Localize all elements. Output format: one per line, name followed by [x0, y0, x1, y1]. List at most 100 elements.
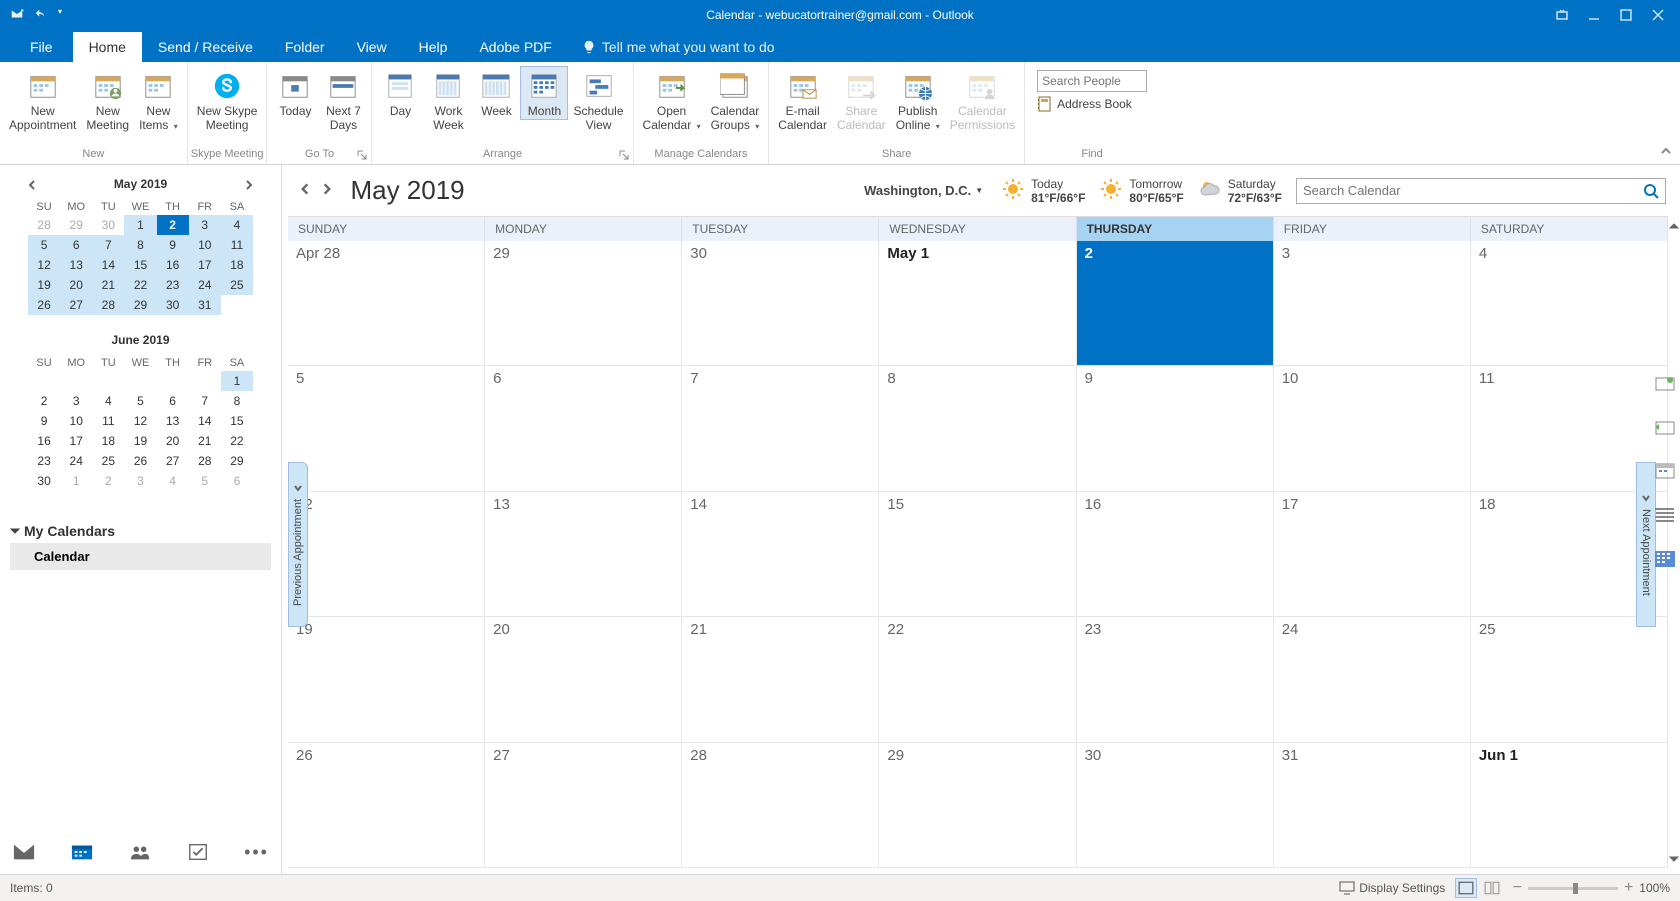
mini-day[interactable]: 11 — [92, 411, 124, 431]
mini-day[interactable]: 13 — [60, 255, 92, 275]
dialog-launcher-icon[interactable] — [619, 150, 629, 160]
cal-day-cell[interactable]: 19 — [288, 617, 485, 741]
cal-day-cell[interactable]: Jun 1 — [1471, 743, 1668, 867]
weather-day[interactable]: Saturday72°F/63°F — [1198, 177, 1282, 205]
tab-view[interactable]: View — [341, 32, 403, 62]
mini-day[interactable]: 3 — [60, 391, 92, 411]
cal-day-cell[interactable]: 3 — [1274, 241, 1471, 365]
mini-day[interactable]: 30 — [92, 215, 124, 235]
mini-day[interactable]: 7 — [189, 391, 221, 411]
mini-day[interactable]: 2 — [28, 391, 60, 411]
mini-day[interactable]: 18 — [92, 431, 124, 451]
mini-day[interactable]: 1 — [60, 471, 92, 491]
weather-day[interactable]: Today81°F/66°F — [1001, 177, 1085, 205]
newskype-meeting-button[interactable]: New SkypeMeeting — [192, 66, 263, 134]
display-settings-button[interactable]: Display Settings — [1339, 881, 1445, 895]
zoom-in-icon[interactable]: + — [1624, 879, 1633, 897]
mini-day[interactable]: 28 — [92, 295, 124, 315]
mini-day[interactable]: 1 — [124, 215, 156, 235]
mini-day[interactable]: 22 — [221, 431, 253, 451]
zoom-slider[interactable] — [1528, 887, 1618, 890]
mini-day[interactable]: 15 — [124, 255, 156, 275]
weather-location[interactable]: Washington, D.C. ▼ — [864, 183, 983, 198]
mini-day[interactable]: 31 — [189, 295, 221, 315]
mini-day[interactable]: 26 — [28, 295, 60, 315]
cal-day-cell[interactable]: May 1 — [879, 241, 1076, 365]
cal-day-cell[interactable]: 28 — [682, 743, 879, 867]
mini-day[interactable]: 14 — [189, 411, 221, 431]
search-calendar-input[interactable] — [1303, 183, 1643, 198]
tab-sendreceive[interactable]: Send / Receive — [142, 32, 269, 62]
work-week-button[interactable]: WorkWeek — [424, 66, 472, 134]
peek-todo-icon[interactable] — [1655, 419, 1675, 435]
cal-day-cell[interactable]: 20 — [485, 617, 682, 741]
mini-day[interactable]: 17 — [60, 431, 92, 451]
cal-day-cell[interactable]: 2 — [1077, 241, 1274, 365]
mini-day[interactable]: 18 — [221, 255, 253, 275]
cal-day-cell[interactable]: 15 — [879, 492, 1076, 616]
new-meeting-button[interactable]: NewMeeting — [81, 66, 134, 134]
close-icon[interactable] — [1644, 5, 1672, 25]
mini-day[interactable]: 23 — [157, 275, 189, 295]
mini-day[interactable]: 7 — [92, 235, 124, 255]
mini-day[interactable]: 24 — [60, 451, 92, 471]
nav-tasks-icon[interactable] — [186, 840, 210, 864]
search-people-input[interactable] — [1037, 70, 1147, 92]
calendar-permissions-button[interactable]: CalendarPermissions — [945, 66, 1020, 134]
calendar-groups-button[interactable]: CalendarGroups ▾ — [706, 66, 765, 134]
address-book-button[interactable]: Address Book — [1037, 96, 1147, 112]
maximize-icon[interactable] — [1612, 5, 1640, 25]
mini-day[interactable]: 4 — [92, 391, 124, 411]
mini-day[interactable]: 27 — [157, 451, 189, 471]
cal-day-cell[interactable]: 13 — [485, 492, 682, 616]
nav-calendar-icon[interactable] — [70, 840, 94, 864]
peek-day-icon[interactable] — [1655, 375, 1675, 391]
ribbon-options-icon[interactable] — [1548, 5, 1576, 25]
mini-day[interactable]: 5 — [124, 391, 156, 411]
cal-day-cell[interactable]: 26 — [288, 743, 485, 867]
cal-day-cell[interactable]: 9 — [1077, 366, 1274, 490]
cal-day-cell[interactable]: 24 — [1274, 617, 1471, 741]
next7-days-button[interactable]: Next 7Days — [319, 66, 367, 134]
cal-day-cell[interactable]: 29 — [879, 743, 1076, 867]
cal-day-cell[interactable]: 7 — [682, 366, 879, 490]
mini-day[interactable]: 16 — [157, 255, 189, 275]
calendar-list-item[interactable]: Calendar — [10, 543, 271, 570]
mini-day[interactable]: 2 — [92, 471, 124, 491]
mini-day[interactable]: 12 — [28, 255, 60, 275]
mini-day[interactable]: 21 — [189, 431, 221, 451]
cal-day-cell[interactable]: 6 — [485, 366, 682, 490]
mini-day[interactable]: 16 — [28, 431, 60, 451]
cal-day-cell[interactable]: 22 — [879, 617, 1076, 741]
mini-day[interactable]: 8 — [221, 391, 253, 411]
cal-day-cell[interactable]: 17 — [1274, 492, 1471, 616]
mini-day[interactable]: 13 — [157, 411, 189, 431]
tell-me[interactable]: Tell me what you want to do — [568, 32, 789, 62]
mini-day[interactable]: 19 — [124, 431, 156, 451]
mini-day[interactable]: 5 — [189, 471, 221, 491]
schedule-view-button[interactable]: ScheduleView — [568, 66, 628, 134]
mini-day[interactable]: 2 — [157, 215, 189, 235]
mini-day[interactable]: 23 — [28, 451, 60, 471]
mini-day[interactable]: 30 — [28, 471, 60, 491]
month-button[interactable]: Month — [520, 66, 568, 120]
mini-day[interactable]: 20 — [60, 275, 92, 295]
mini-day[interactable]: 10 — [60, 411, 92, 431]
mini-day[interactable]: 28 — [28, 215, 60, 235]
cal-day-cell[interactable]: 5 — [288, 366, 485, 490]
cal-next-icon[interactable] — [318, 180, 336, 198]
mini-day[interactable]: 25 — [221, 275, 253, 295]
new-appointment-button[interactable]: NewAppointment — [4, 66, 81, 134]
mini-day[interactable]: 3 — [189, 215, 221, 235]
mini-day[interactable]: 15 — [221, 411, 253, 431]
dialog-launcher-icon[interactable] — [357, 150, 367, 160]
mini-day[interactable]: 5 — [28, 235, 60, 255]
mini-day[interactable]: 25 — [92, 451, 124, 471]
cal-day-cell[interactable]: 25 — [1471, 617, 1668, 741]
week-button[interactable]: Week — [472, 66, 520, 120]
weather-day[interactable]: Tomorrow80°F/65°F — [1099, 177, 1183, 205]
mini-day[interactable]: 22 — [124, 275, 156, 295]
mini-prev-icon[interactable] — [24, 177, 40, 193]
cal-day-cell[interactable]: 16 — [1077, 492, 1274, 616]
mini-day[interactable]: 29 — [124, 295, 156, 315]
